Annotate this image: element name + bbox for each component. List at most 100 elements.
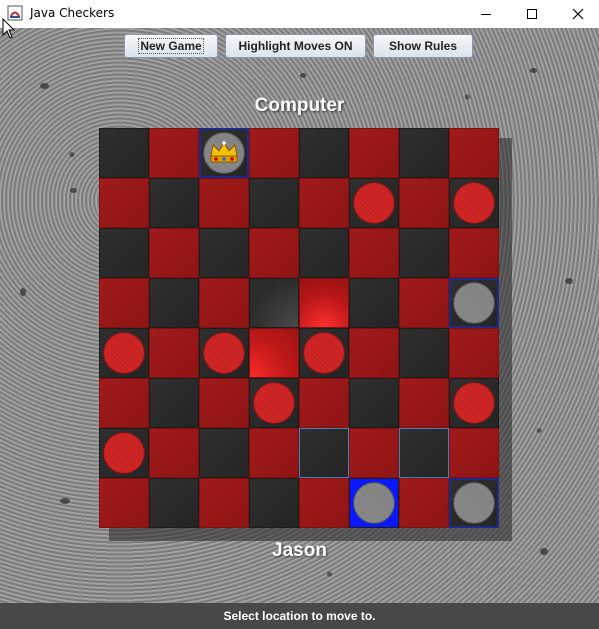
board-square[interactable] [449,428,499,478]
red-piece[interactable] [104,333,144,373]
board-square[interactable] [449,328,499,378]
board-square[interactable] [99,478,149,528]
window-title: Java Checkers [30,6,115,20]
board-square[interactable] [99,178,149,228]
status-text: Select location to move to. [223,609,376,623]
board-square[interactable] [299,478,349,528]
board-square[interactable] [249,178,299,228]
board-square[interactable] [449,128,499,178]
red-piece[interactable] [204,333,244,373]
board-square[interactable] [399,478,449,528]
red-piece[interactable] [354,183,394,223]
minimize-icon [481,13,491,15]
board-square[interactable] [399,328,449,378]
board-square[interactable] [449,228,499,278]
board-square[interactable] [449,378,499,428]
board-square[interactable] [449,178,499,228]
close-button[interactable] [555,0,599,28]
checkers-board[interactable] [99,128,499,528]
board-square[interactable] [149,328,199,378]
board-square[interactable] [199,128,249,178]
board-square[interactable] [99,428,149,478]
minimize-button[interactable] [463,0,509,28]
board-square[interactable] [349,328,399,378]
new-game-button[interactable]: New Game [124,34,218,58]
board-square[interactable] [199,328,249,378]
game-area: New Game Highlight Moves ON Show Rules C… [0,28,599,603]
player-name: Jason [272,540,327,561]
gray-piece[interactable] [354,483,394,523]
board-square[interactable] [299,328,349,378]
close-icon [572,8,584,20]
board-square[interactable] [99,278,149,328]
board-square[interactable] [349,228,399,278]
board-square[interactable] [199,178,249,228]
stone-texture [70,188,77,193]
board-square[interactable] [249,228,299,278]
board-square[interactable] [99,228,149,278]
red-piece[interactable] [304,333,344,373]
board-square[interactable] [299,378,349,428]
red-piece[interactable] [454,183,494,223]
stone-texture [60,498,70,504]
maximize-button[interactable] [509,0,555,28]
board-square[interactable] [249,378,299,428]
title-bar: Java Checkers [0,0,599,28]
board-square[interactable] [299,228,349,278]
board-square-selected[interactable] [349,478,399,528]
board-square[interactable] [149,178,199,228]
board-square[interactable] [199,228,249,278]
board-square[interactable] [149,228,199,278]
board-square[interactable] [249,128,299,178]
board-square[interactable] [149,128,199,178]
board-square[interactable] [149,478,199,528]
board-square[interactable] [399,128,449,178]
board-square[interactable] [349,378,399,428]
stone-texture [530,68,537,73]
board-square[interactable] [299,178,349,228]
board-square[interactable] [249,478,299,528]
board-square[interactable] [399,278,449,328]
status-bar: Select location to move to. [0,603,599,629]
red-piece[interactable] [254,383,294,423]
red-piece[interactable] [104,433,144,473]
board-square[interactable] [149,278,199,328]
board-square[interactable] [399,378,449,428]
board-square[interactable] [99,378,149,428]
board-square[interactable] [449,278,499,328]
board-square[interactable] [349,278,399,328]
board-square[interactable] [349,128,399,178]
opponent-name: Computer [254,95,345,116]
board-square[interactable] [199,478,249,528]
board-square[interactable] [299,278,349,328]
show-rules-button[interactable]: Show Rules [373,34,473,58]
gray-king-piece[interactable] [204,133,244,173]
board-square[interactable] [199,278,249,328]
board-square[interactable] [99,328,149,378]
board-square[interactable] [199,428,249,478]
board-square[interactable] [199,378,249,428]
board-square[interactable] [399,228,449,278]
board-square[interactable] [249,428,299,478]
board-square[interactable] [349,428,399,478]
stone-texture [20,288,26,296]
board-square-move-hint[interactable] [399,428,449,478]
mouse-cursor-icon [2,18,16,39]
maximize-icon [527,9,537,19]
board-square[interactable] [249,278,299,328]
board-square[interactable] [249,328,299,378]
red-piece[interactable] [454,383,494,423]
board-square[interactable] [99,128,149,178]
board-square[interactable] [399,178,449,228]
board-square[interactable] [349,178,399,228]
crown-icon [210,141,238,163]
board-square[interactable] [299,128,349,178]
board-square[interactable] [149,428,199,478]
board-square-move-hint[interactable] [299,428,349,478]
gray-piece[interactable] [454,283,494,323]
board-square[interactable] [149,378,199,428]
stone-texture [300,73,306,78]
board-square[interactable] [449,478,499,528]
gray-piece[interactable] [454,483,494,523]
highlight-moves-button[interactable]: Highlight Moves ON [225,34,366,58]
